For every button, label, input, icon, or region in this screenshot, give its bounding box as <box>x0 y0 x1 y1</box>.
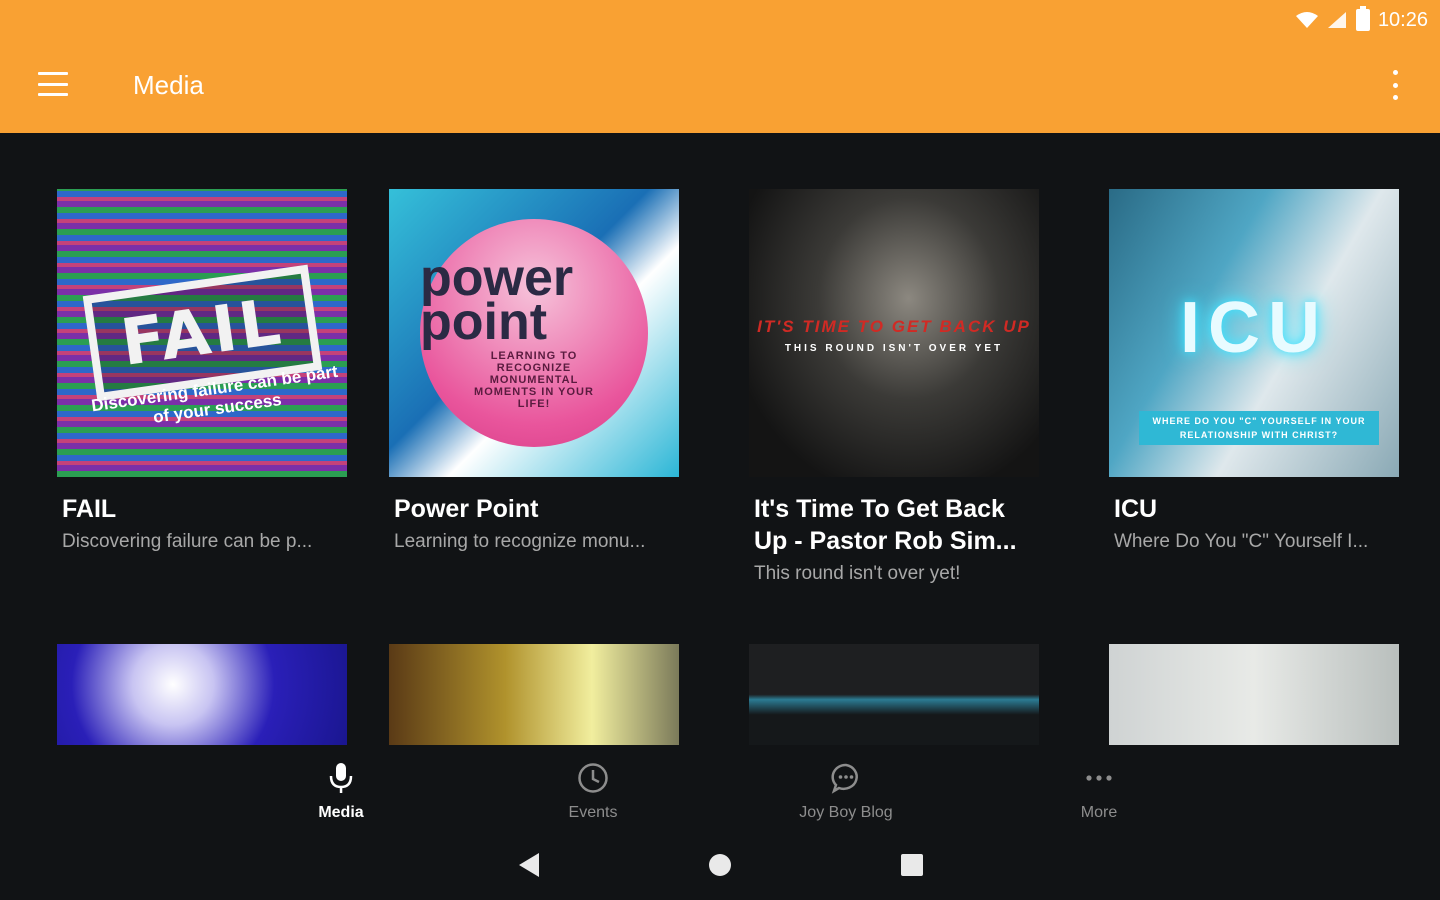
more-horiz-icon <box>1086 775 1112 781</box>
nav-joy-boy-blog[interactable]: Joy Boy Blog <box>756 758 936 822</box>
clock-icon <box>578 763 608 793</box>
card-thumbnail: power point LEARNING TO RECOGNIZE MONUME… <box>389 189 679 477</box>
app-bar: 10:26 Media <box>0 0 1440 133</box>
back-up-art-word: IT'S TIME TO GET BACK UP <box>757 317 1031 336</box>
media-card-get-back-up[interactable]: IT'S TIME TO GET BACK UP THIS ROUND ISN'… <box>749 189 1039 587</box>
nav-label: Events <box>568 804 618 821</box>
media-card-thumbnail-8[interactable] <box>1109 644 1399 745</box>
recents-icon[interactable] <box>892 848 932 882</box>
battery-icon <box>1355 6 1370 31</box>
card-thumbnail: IT'S TIME TO GET BACK UP THIS ROUND ISN'… <box>749 189 1039 477</box>
card-title: ICU <box>1114 495 1158 523</box>
card-thumbnail: ICU WHERE DO YOU "C" YOURSELF IN YOUR RE… <box>1109 189 1399 477</box>
nav-label: Media <box>318 804 364 821</box>
power-art-circle: power point LEARNING TO RECOGNIZE MONUME… <box>420 219 648 447</box>
card-title: Power Point <box>394 495 539 523</box>
signal-icon <box>1327 12 1346 28</box>
power-art-word: power point <box>420 249 574 351</box>
bottom-navigation: Media Events Joy Boy Blog More <box>0 750 1440 830</box>
fail-art-word: FAIL <box>116 285 288 381</box>
media-card-power-point[interactable]: power point LEARNING TO RECOGNIZE MONUME… <box>389 189 679 555</box>
more-vert-icon[interactable] <box>1390 70 1400 100</box>
wifi-icon <box>1295 12 1318 28</box>
microphone-icon <box>329 763 353 793</box>
hamburger-icon[interactable] <box>38 72 68 96</box>
power-art-tagline: LEARNING TO RECOGNIZE MONUMENTAL MOMENTS… <box>474 350 594 410</box>
system-navigation <box>0 830 1440 900</box>
status-time: 10:26 <box>1377 8 1428 31</box>
card-subtitle: This round isn't over yet! <box>754 563 961 584</box>
card-subtitle: Where Do You "C" Yourself I... <box>1114 531 1369 552</box>
card-title: It's Time To Get Back Up - Pastor Rob Si… <box>754 495 1017 555</box>
card-subtitle: Learning to recognize monu... <box>394 531 646 552</box>
nav-label: More <box>1080 804 1118 821</box>
status-bar: 10:26 <box>1295 6 1428 34</box>
icu-art-tagline: WHERE DO YOU "C" YOURSELF IN YOUR RELATI… <box>1139 411 1379 445</box>
nav-label: Joy Boy Blog <box>799 804 893 821</box>
page-title: Media <box>133 70 204 100</box>
nav-more[interactable]: More <box>1009 758 1189 822</box>
chat-bubble-icon <box>831 763 858 794</box>
nav-media[interactable]: Media <box>251 758 431 822</box>
icu-art-word: ICU <box>1180 288 1328 368</box>
media-card-thumbnail-6[interactable] <box>389 644 679 745</box>
media-card-thumbnail-7[interactable] <box>749 644 1039 745</box>
back-up-art-tagline: THIS ROUND ISN'T OVER YET <box>784 343 1004 354</box>
nav-events[interactable]: Events <box>503 758 683 822</box>
media-card-fail[interactable]: FAIL Discovering failure can be part of … <box>57 189 347 555</box>
card-thumbnail: FAIL Discovering failure can be part of … <box>57 189 347 477</box>
card-title: FAIL <box>62 495 117 523</box>
media-card-icu[interactable]: ICU WHERE DO YOU "C" YOURSELF IN YOUR RE… <box>1109 189 1399 555</box>
back-icon[interactable] <box>508 848 548 882</box>
home-icon[interactable] <box>700 848 740 882</box>
card-subtitle: Discovering failure can be p... <box>62 531 313 552</box>
media-card-thumbnail-5[interactable] <box>57 644 347 745</box>
